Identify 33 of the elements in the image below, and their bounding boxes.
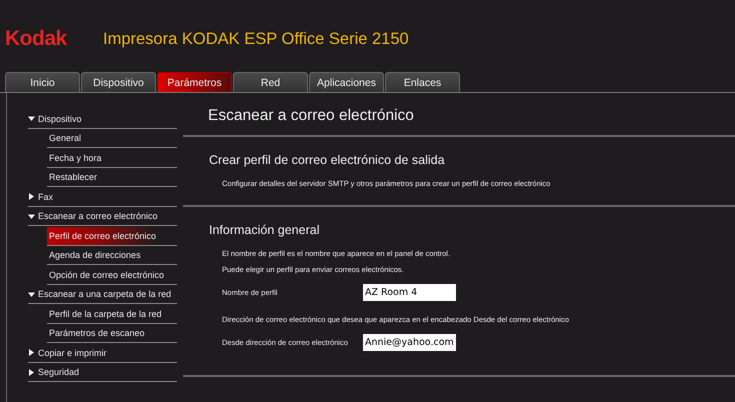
sidebar-item[interactable]: Restablecer <box>47 168 177 187</box>
nav-tab[interactable]: Inicio <box>5 72 80 92</box>
collapsed-arrow-icon[interactable] <box>28 193 35 200</box>
expanded-arrow-icon[interactable] <box>28 290 35 298</box>
nav-tab[interactable]: Enlaces <box>385 72 460 92</box>
expanded-arrow-icon[interactable] <box>28 115 35 122</box>
input-field[interactable]: Annie@yahoo.com <box>363 334 456 351</box>
sidebar-section[interactable]: Escanear a una carpeta de la red <box>38 289 172 300</box>
input-field[interactable]: AZ Room 4 <box>363 284 456 301</box>
page-title: Escanear a correo electrónico <box>207 106 415 126</box>
sidebar-item[interactable]: Parámetros de escaneo <box>47 324 177 343</box>
expanded-arrow-icon[interactable] <box>28 212 35 220</box>
nav-tab[interactable]: Dispositivo <box>81 72 156 92</box>
sidebar-section[interactable]: Copiar e imprimir <box>38 348 107 358</box>
kodak-logo: Kodak <box>5 27 68 51</box>
sidebar-item[interactable]: Perfil de correo electrónico <box>47 227 177 246</box>
section-heading: Crear perfil de correo electrónico de salida <box>209 153 446 167</box>
sidebar-item[interactable]: Agenda de direcciones <box>47 246 177 265</box>
section-heading: Información general <box>209 223 320 237</box>
printer-title: Impresora KODAK ESP Office Serie 2150 <box>103 30 409 48</box>
collapsed-arrow-icon[interactable] <box>28 349 35 356</box>
sidebar-section[interactable]: Escanear a correo electrónico <box>38 211 158 222</box>
sidebar-section[interactable]: Fax <box>38 192 54 202</box>
sidebar-item[interactable]: Fecha y hora <box>47 149 177 168</box>
nav-tab[interactable]: Red <box>233 72 308 92</box>
nav-tab[interactable]: Parámetros <box>157 72 232 92</box>
sidebar-section[interactable]: Seguridad <box>38 367 80 378</box>
sidebar-item[interactable]: Perfil de la carpeta de la red <box>47 305 177 324</box>
nav-tab[interactable]: Aplicaciones <box>309 72 384 92</box>
sidebar-item[interactable]: General <box>47 130 177 148</box>
sidebar-item[interactable]: Opción de correo electrónico <box>47 266 177 284</box>
collapsed-arrow-icon[interactable] <box>28 368 35 376</box>
sidebar-section[interactable]: Dispositivo <box>38 114 82 124</box>
